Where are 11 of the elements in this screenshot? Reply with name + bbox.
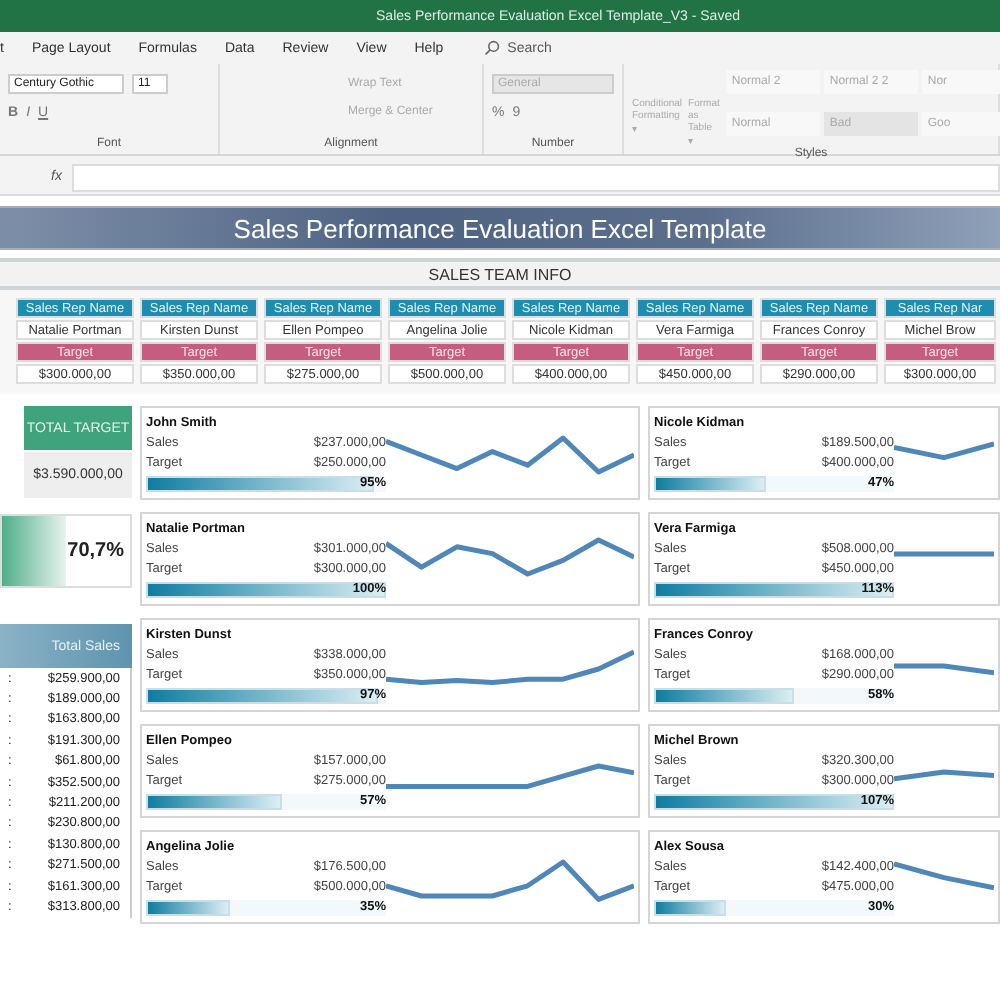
formula-field[interactable]	[72, 163, 1000, 191]
achievement-percent: 70,7%	[66, 538, 126, 566]
sheet-banner: Sales Performance Evaluation Excel Template	[0, 206, 1000, 250]
sparkline	[894, 439, 994, 462]
achievement-bar	[2, 516, 66, 586]
sparkline	[894, 549, 994, 558]
search-icon[interactable]	[483, 40, 500, 56]
sparkline	[894, 860, 994, 893]
sparkline	[894, 662, 994, 677]
section-heading: SALES TEAM INFO	[0, 258, 1000, 290]
sparkline	[894, 768, 994, 783]
